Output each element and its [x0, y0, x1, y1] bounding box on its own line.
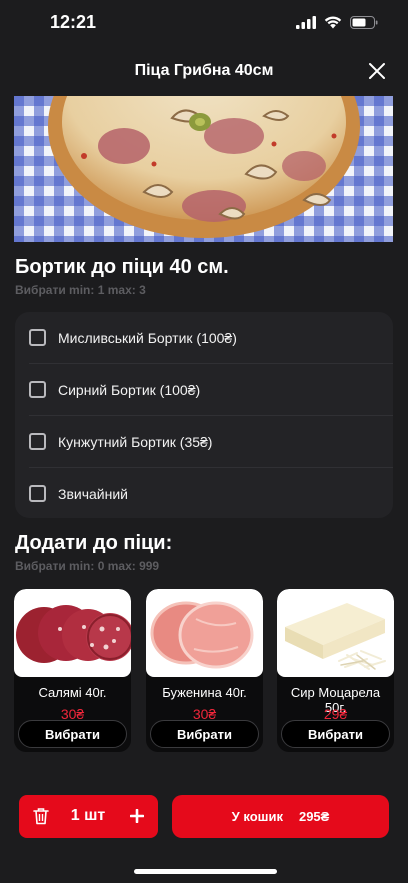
cart-bar: 1 шт У кошик 295₴	[0, 784, 408, 844]
battery-icon	[350, 16, 378, 29]
checkbox[interactable]	[29, 381, 46, 398]
addon-card-salami: Салямі 40г. 30₴ Вибрати	[14, 589, 131, 752]
status-icons	[296, 16, 378, 29]
checkbox[interactable]	[29, 485, 46, 502]
add-to-cart-label: У кошик	[231, 809, 283, 824]
addon-name: Буженина 40г.	[162, 685, 247, 700]
status-bar: 12:21	[0, 0, 408, 48]
close-icon	[369, 63, 385, 79]
checkbox[interactable]	[29, 329, 46, 346]
plus-icon	[129, 808, 145, 824]
select-addon-button[interactable]: Вибрати	[18, 720, 127, 748]
select-addon-button[interactable]: Вибрати	[150, 720, 259, 748]
addon-card-pork: Буженина 40г. 30₴ Вибрати	[146, 589, 263, 752]
cellular-signal-icon	[296, 16, 316, 29]
addon-image-pork	[146, 589, 263, 677]
home-indicator	[134, 869, 277, 874]
page-title: Піца Грибна 40см	[134, 62, 274, 79]
status-time: 12:21	[50, 12, 97, 32]
increment-button[interactable]	[129, 804, 145, 828]
quantity-stepper: 1 шт	[19, 795, 158, 838]
crust-option-label: Кунжутний Бортик (35₴)	[58, 433, 213, 450]
crust-option-regular[interactable]: Звичайний	[15, 468, 393, 519]
addon-image-mozzarella	[277, 589, 394, 677]
crust-option-hunter[interactable]: Мисливський Бортик (100₴)	[15, 312, 393, 363]
crust-option-label: Мисливський Бортик (100₴)	[58, 329, 237, 346]
crust-options-list: Мисливський Бортик (100₴) Сирний Бортик …	[15, 312, 393, 518]
select-addon-button[interactable]: Вибрати	[281, 720, 390, 748]
wifi-icon	[324, 16, 342, 29]
addon-card-mozzarella: Сир Моцарела 50г. 29₴ Вибрати	[277, 589, 394, 752]
addons-section-title: Додати до піци:	[15, 532, 173, 554]
cart-total: 295₴	[298, 809, 330, 824]
addon-image-salami	[14, 589, 131, 677]
crust-option-cheese[interactable]: Сирний Бортик (100₴)	[15, 364, 393, 415]
crust-section-limits: Вибрати min: 1 max: 3	[15, 283, 146, 297]
crust-section-title: Бортик до піци 40 см.	[15, 256, 229, 278]
add-to-cart-button[interactable]: У кошик 295₴	[172, 795, 389, 838]
crust-option-label: Звичайний	[58, 485, 128, 502]
checkbox[interactable]	[29, 433, 46, 450]
addon-name: Салямі 40г.	[38, 685, 107, 700]
quantity-value: 1 шт	[70, 807, 106, 824]
remove-button[interactable]	[33, 807, 49, 825]
addons-section-limits: Вибрати min: 0 max: 999	[15, 559, 160, 573]
close-button[interactable]	[366, 60, 388, 82]
header: Піца Грибна 40см	[0, 52, 408, 92]
product-image	[14, 96, 393, 242]
crust-option-sesame[interactable]: Кунжутний Бортик (35₴)	[15, 416, 393, 467]
trash-icon	[33, 808, 49, 825]
crust-option-label: Сирний Бортик (100₴)	[58, 381, 201, 398]
